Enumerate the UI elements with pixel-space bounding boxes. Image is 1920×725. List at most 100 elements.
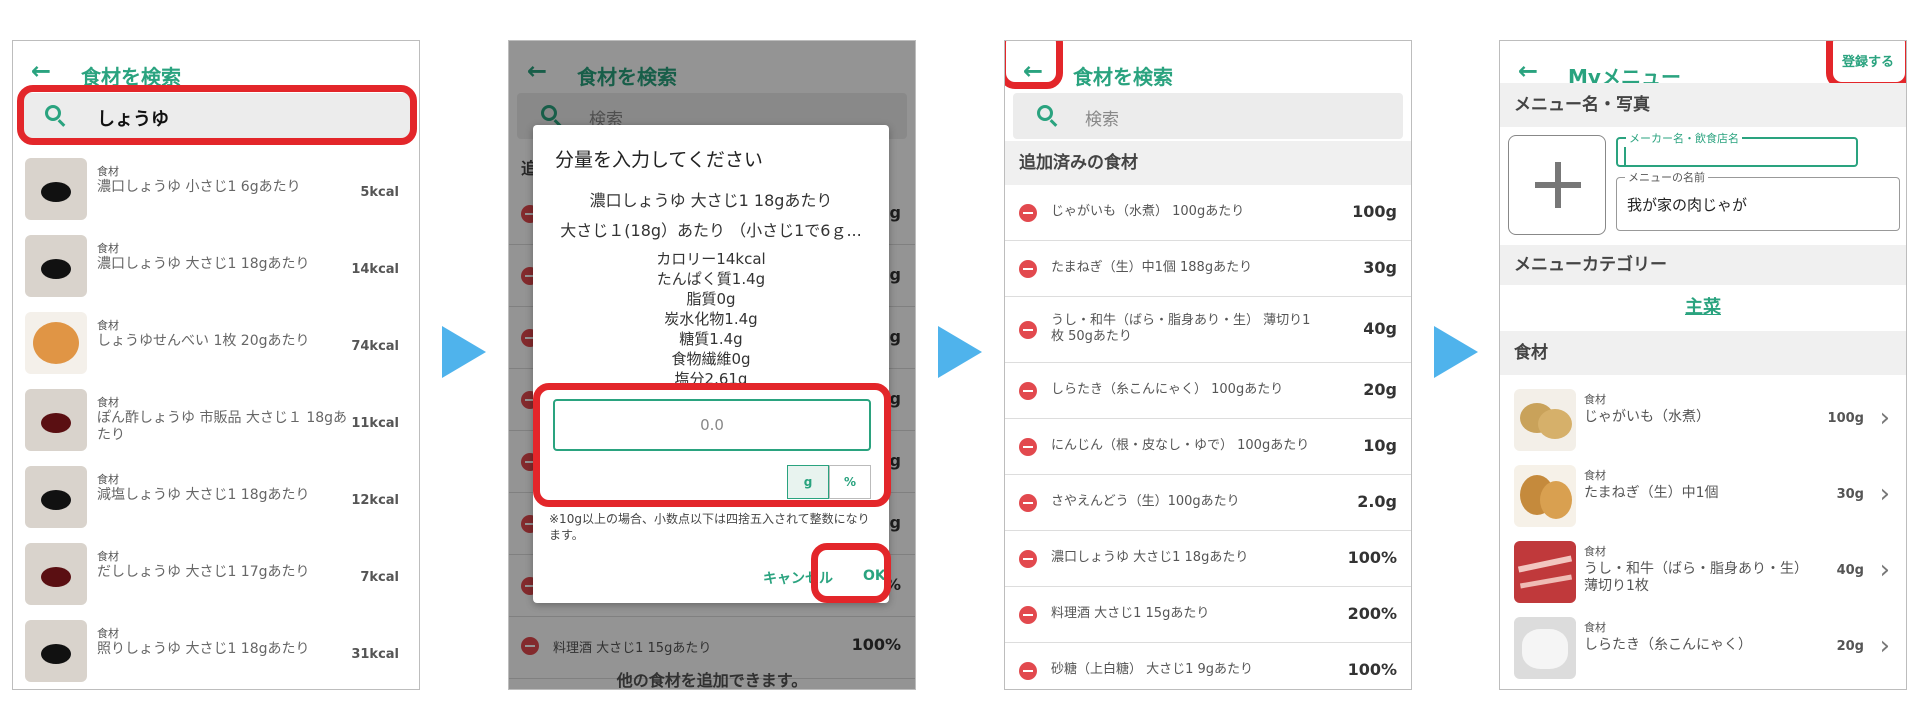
remove-icon[interactable]	[1019, 438, 1037, 456]
remove-icon[interactable]	[1019, 260, 1037, 278]
list-item[interactable]: うし・和牛（ばら・脂身あり・生） 薄切り1枚 50gあたり 40g	[1005, 297, 1411, 363]
nutrition-fiber: 食物繊維0g	[671, 350, 751, 368]
add-photo-button[interactable]	[1508, 135, 1606, 235]
list-item[interactable]: 食材 濃口しょうゆ 小さじ1 6gあたり 5kcal	[13, 151, 419, 228]
remove-icon[interactable]	[1019, 550, 1037, 568]
item-category: 食材	[1584, 545, 1606, 558]
item-kcal: 14kcal	[351, 262, 399, 277]
item-name: うし・和牛（ばら・脂身あり・生） 薄切り1枚 50gあたり	[1051, 313, 1311, 344]
list-item[interactable]: 食材 減塩しょうゆ 大さじ1 18gあたり 12kcal	[13, 459, 419, 536]
item-amount: 10g	[1363, 436, 1397, 455]
item-name: だししょうゆ 大さじ1 17gあたり	[97, 564, 310, 580]
highlight-register	[1826, 41, 1906, 89]
food-thumbnail	[25, 620, 87, 682]
nutrition-carbs: 炭水化物1.4g	[664, 310, 758, 328]
category-link[interactable]: 主菜	[1500, 293, 1906, 319]
screen-my-menu: ← Myメニュー 登録する メニュー名・写真 メーカー名・飲食店名 メニューの名…	[1499, 40, 1907, 690]
item-name: 料理酒 大さじ1 15gあたり	[1051, 606, 1210, 621]
item-name: 濃口しょうゆ 大さじ1 18gあたり	[1051, 550, 1249, 565]
flow-arrow-icon	[442, 326, 486, 378]
screen-quantity-dialog: ← 食材を検索 検索 追 g g g g g g % 料理酒 大さじ1 15gあ…	[508, 40, 916, 690]
remove-icon[interactable]	[1019, 321, 1037, 339]
list-item[interactable]: 砂糖（上白糖） 大さじ1 9gあたり 100%	[1005, 643, 1411, 689]
item-category: 食材	[97, 242, 119, 255]
item-name: じゃがいも（水煮）	[1584, 409, 1710, 425]
list-item[interactable]: 食材 照りしょうゆ 大さじ1 18gあたり 31kcal	[13, 613, 419, 689]
item-name: たまねぎ（生）中1個	[1584, 485, 1719, 501]
item-category: 食材	[97, 319, 119, 332]
list-item[interactable]: 濃口しょうゆ 大さじ1 18gあたり 100%	[1005, 531, 1411, 587]
list-item[interactable]: 食材 しょうゆせんべい 1枚 20gあたり 74kcal	[13, 305, 419, 382]
highlight-search	[17, 85, 417, 145]
item-category: 食材	[1584, 393, 1606, 406]
remove-icon[interactable]	[1019, 494, 1037, 512]
food-thumbnail	[1514, 617, 1576, 679]
item-name: 減塩しょうゆ 大さじ1 18gあたり	[97, 487, 310, 503]
nutrition-protein: たんぱく質1.4g	[656, 270, 766, 288]
chevron-right-icon: ›	[1879, 403, 1890, 433]
maker-name-label: メーカー名・飲食店名	[1626, 130, 1742, 146]
item-amount: 40g	[1363, 319, 1397, 338]
item-amount: 100%	[1347, 660, 1397, 679]
quantity-dialog: 分量を入力してください 濃口しょうゆ 大さじ1 18gあたり 大さじ１(18g）…	[533, 125, 889, 603]
nutrition-salt: 塩分2.61g	[674, 370, 748, 383]
list-item[interactable]: 食材 だししょうゆ 大さじ1 17gあたり 7kcal	[13, 536, 419, 613]
back-arrow-icon[interactable]: ←	[1518, 59, 1542, 83]
menu-name-label: メニューの名前	[1625, 169, 1708, 185]
item-name: うし・和牛（ばら・脂身あり・生） 薄切り1枚	[1584, 561, 1808, 594]
item-category: 食材	[97, 550, 119, 563]
list-item[interactable]: にんじん（根・皮なし・ゆで） 100gあたり 10g	[1005, 419, 1411, 475]
nutrition-sugar: 糖質1.4g	[679, 330, 743, 348]
food-thumbnail	[25, 312, 87, 374]
item-amount: 20g	[1363, 380, 1397, 399]
remove-icon[interactable]	[1019, 382, 1037, 400]
remove-icon[interactable]	[1019, 662, 1037, 680]
section-header: 追加済みの食材	[1005, 141, 1411, 185]
food-thumbnail	[1514, 541, 1576, 603]
chevron-right-icon: ›	[1879, 555, 1890, 585]
list-item[interactable]: 食材 じゃがいも（水煮） 100g ›	[1500, 381, 1906, 457]
list-item[interactable]: 食材 うし・和牛（ばら・脂身あり・生） 薄切り1枚 40g ›	[1500, 533, 1906, 609]
item-category: 食材	[97, 165, 119, 178]
search-placeholder: 検索	[1085, 110, 1119, 130]
menu-name-field[interactable]: メニューの名前 我が家の肉じゃが	[1616, 169, 1900, 231]
list-item[interactable]: 食材 濃口しょうゆ 大さじ1 18gあたり 14kcal	[13, 228, 419, 305]
dialog-title: 分量を入力してください	[555, 149, 763, 171]
remove-icon[interactable]	[1019, 606, 1037, 624]
item-name: じゃがいも（水煮） 100gあたり	[1051, 204, 1245, 219]
item-amount: 2.0g	[1357, 492, 1397, 511]
food-thumbnail	[25, 543, 87, 605]
list-item[interactable]: たまねぎ（生）中1個 188gあたり 30g	[1005, 241, 1411, 297]
maker-name-field[interactable]: メーカー名・飲食店名	[1616, 130, 1858, 167]
screen-added-ingredients: ← 食材を検索 検索 追加済みの食材 じゃがいも（水煮） 100gあたり 100…	[1004, 40, 1412, 690]
item-name: さやえんどう（生）100gあたり	[1051, 494, 1240, 509]
item-name: 濃口しょうゆ 小さじ1 6gあたり	[97, 179, 301, 195]
item-category: 食材	[1584, 621, 1606, 634]
list-item[interactable]: さやえんどう（生）100gあたり 2.0g	[1005, 475, 1411, 531]
rounding-note: ※10g以上の場合、小数点以下は四捨五入されて整数になります。	[549, 512, 870, 542]
list-item[interactable]: 食材 しらたき（糸こんにゃく） 20g ›	[1500, 609, 1906, 685]
dialog-food-name: 濃口しょうゆ 大さじ1 18gあたり	[589, 191, 833, 210]
list-item[interactable]: 食材 たまねぎ（生）中1個 30g ›	[1500, 457, 1906, 533]
list-item[interactable]: 料理酒 大さじ1 15gあたり 200%	[1005, 587, 1411, 643]
item-amount: 30g	[1836, 487, 1864, 502]
list-item[interactable]: しらたき（糸こんにゃく） 100gあたり 20g	[1005, 363, 1411, 419]
chevron-right-icon: ›	[1879, 479, 1890, 509]
remove-icon[interactable]	[1019, 204, 1037, 222]
list-item[interactable]: 食材 ぽん酢しょうゆ 市販品 大さじ１ 18gあたり 11kcal	[13, 382, 419, 459]
page-title: 食材を検索	[1073, 65, 1173, 89]
search-input[interactable]: 検索	[1013, 93, 1403, 139]
list-item[interactable]: じゃがいも（水煮） 100gあたり 100g	[1005, 185, 1411, 241]
item-name: 照りしょうゆ 大さじ1 18gあたり	[97, 641, 310, 657]
food-thumbnail	[25, 389, 87, 451]
item-name: 濃口しょうゆ 大さじ1 18gあたり	[97, 256, 310, 272]
food-thumbnail	[25, 235, 87, 297]
item-name: ぽん酢しょうゆ 市販品 大さじ１ 18gあたり	[97, 410, 348, 443]
screen-search-results: ← 食材を検索 しょうゆ 食材 濃口しょうゆ 小さじ1 6gあたり 5kcal …	[12, 40, 420, 690]
section-header: メニュー名・写真	[1500, 83, 1906, 127]
section-header: メニューカテゴリー	[1500, 245, 1906, 285]
item-category: 食材	[97, 627, 119, 640]
item-amount: 100g	[1352, 202, 1397, 221]
highlight-ok	[811, 543, 891, 603]
back-arrow-icon[interactable]: ←	[31, 59, 55, 83]
